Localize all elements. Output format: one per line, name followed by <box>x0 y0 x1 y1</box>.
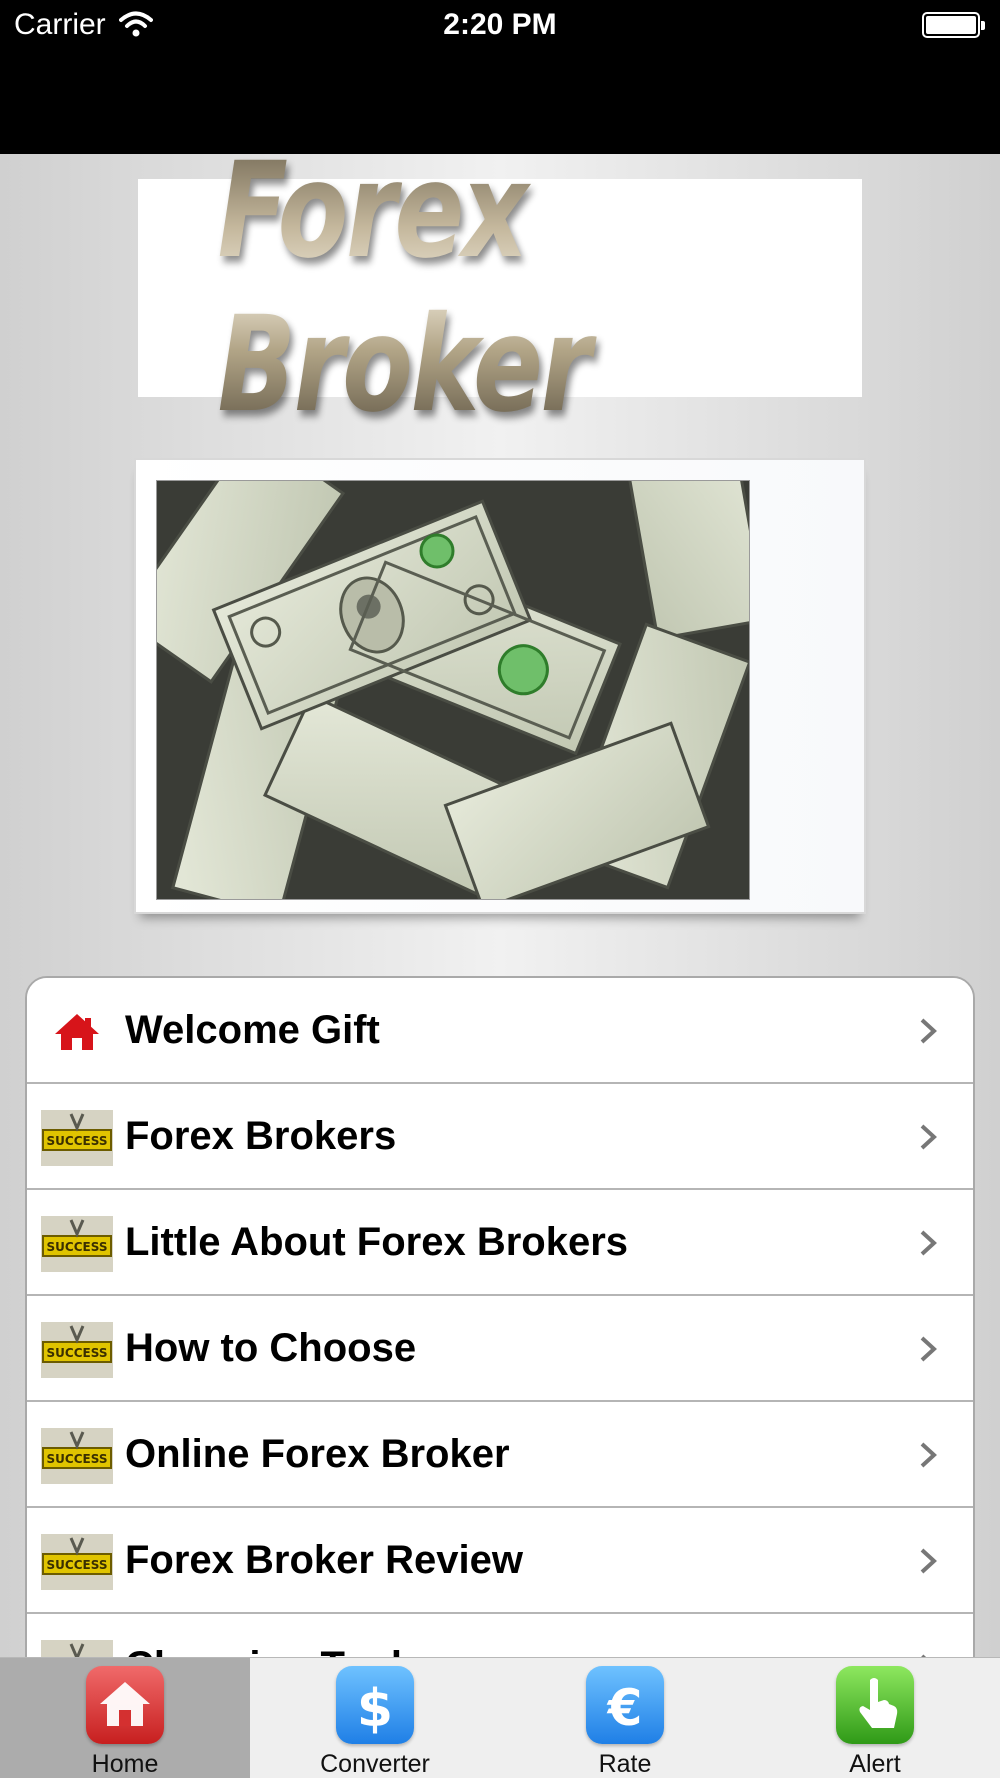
menu-item-label: Choosing Tools <box>125 1614 424 1657</box>
euro-icon: € <box>586 1666 664 1744</box>
chevron-right-icon <box>920 1124 937 1150</box>
tab-alert[interactable]: Alert <box>750 1658 1000 1778</box>
tab-label: Alert <box>849 1750 901 1778</box>
dollar-bills-image <box>156 480 750 900</box>
logo-text: Forex Broker <box>218 154 783 442</box>
svg-text:SUCCESS: SUCCESS <box>47 1452 108 1466</box>
tab-rate[interactable]: € Rate <box>500 1658 750 1778</box>
menu-item-label: How to Choose <box>125 1326 417 1370</box>
app-screen: Carrier 2:20 PM Forex Broker Welcome Gif… <box>0 0 1000 1778</box>
tab-label: Home <box>91 1750 159 1778</box>
home-icon <box>55 1014 99 1050</box>
menu-list: Welcome Gift SUCCESS Forex Brokers SUCCE… <box>25 976 975 1657</box>
svg-text:€: € <box>607 1679 643 1737</box>
main-content: Forex Broker Welcome Gift SUCCESS Forex … <box>0 154 1000 1657</box>
svg-text:SUCCESS: SUCCESS <box>47 1346 108 1360</box>
app-logo-banner: Forex Broker <box>138 154 862 442</box>
menu-item-how-to-choose[interactable]: SUCCESS How to Choose <box>27 1296 973 1402</box>
menu-item-online-forex-broker[interactable]: SUCCESS Online Forex Broker <box>27 1402 973 1508</box>
house-icon <box>86 1666 164 1744</box>
menu-item-forex-brokers[interactable]: SUCCESS Forex Brokers <box>27 1084 973 1190</box>
pointer-hand-icon <box>836 1666 914 1744</box>
chevron-right-icon <box>920 1548 937 1574</box>
menu-item-label: Welcome Gift <box>125 1008 380 1052</box>
svg-text:SUCCESS: SUCCESS <box>47 1558 108 1572</box>
svg-text:$: $ <box>357 1679 393 1739</box>
menu-item-welcome-gift[interactable]: Welcome Gift <box>27 978 973 1084</box>
tab-label: Converter <box>320 1750 430 1778</box>
chevron-right-icon <box>920 1336 937 1362</box>
photo-frame <box>134 458 866 914</box>
dollar-icon: $ <box>336 1666 414 1744</box>
menu-item-label: Forex Broker Review <box>125 1538 523 1582</box>
success-icon: SUCCESS <box>41 1216 113 1272</box>
tab-bar: Home $ Converter € Rate Alert <box>0 1657 1000 1778</box>
menu-item-label: Online Forex Broker <box>125 1432 510 1476</box>
success-icon: SUCCESS <box>41 1110 113 1166</box>
clock: 2:20 PM <box>443 8 557 41</box>
tab-converter[interactable]: $ Converter <box>250 1658 500 1778</box>
chevron-right-icon <box>920 1442 937 1468</box>
tab-home[interactable]: Home <box>0 1658 250 1778</box>
chevron-right-icon <box>920 1230 937 1256</box>
menu-item-label: Forex Brokers <box>125 1114 397 1158</box>
menu-item-forex-broker-review[interactable]: SUCCESS Forex Broker Review <box>27 1508 973 1614</box>
tab-label: Rate <box>598 1750 652 1778</box>
battery-icon <box>922 12 985 38</box>
menu-item-choosing-tools[interactable]: SUCCESS Choosing Tools <box>27 1614 973 1657</box>
menu-item-label: Little About Forex Brokers <box>125 1220 629 1264</box>
svg-text:SUCCESS: SUCCESS <box>47 1134 108 1148</box>
success-icon: SUCCESS <box>41 1322 113 1378</box>
success-icon: SUCCESS <box>41 1428 113 1484</box>
menu-item-little-about-forex-brokers[interactable]: SUCCESS Little About Forex Brokers <box>27 1190 973 1296</box>
status-bar: Carrier 2:20 PM <box>0 0 1000 154</box>
chevron-right-icon <box>920 1018 937 1044</box>
svg-text:SUCCESS: SUCCESS <box>47 1240 108 1254</box>
success-icon: SUCCESS <box>41 1640 113 1657</box>
success-icon: SUCCESS <box>41 1534 113 1590</box>
